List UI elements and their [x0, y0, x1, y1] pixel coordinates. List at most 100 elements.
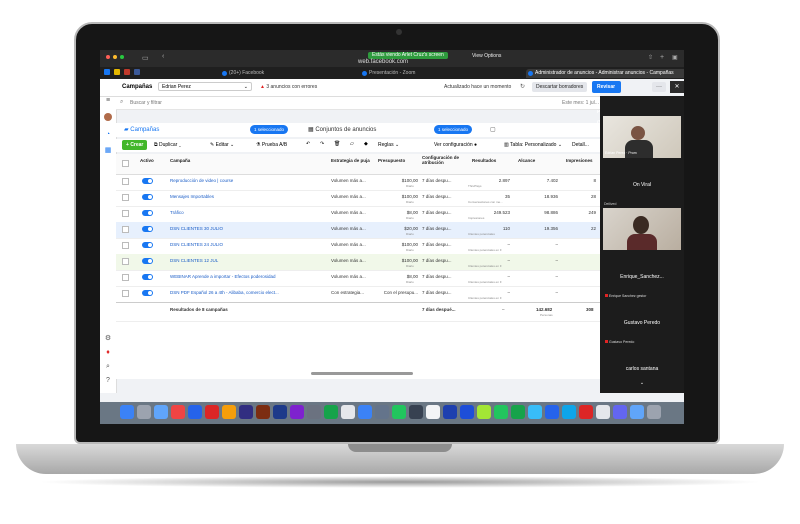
maximize-window-button[interactable]: [120, 55, 124, 59]
discard-drafts-button[interactable]: Descartar borradores: [532, 82, 588, 92]
refresh-icon[interactable]: ↻: [520, 83, 525, 90]
row-checkbox[interactable]: [122, 178, 129, 185]
col-active[interactable]: Activo: [140, 158, 154, 163]
dock-app-icon[interactable]: [511, 405, 525, 419]
table-row[interactable]: WEBINAR Aprende a importar - Efectos pod…: [116, 270, 600, 287]
rules-button[interactable]: Reglas ⌄: [378, 142, 399, 148]
dock-app-icon[interactable]: [409, 405, 423, 419]
duplicate-button[interactable]: ⧉ Duplicar ⌄: [154, 142, 181, 148]
dock-app-icon[interactable]: [307, 405, 321, 419]
new-tab-icon[interactable]: +: [660, 54, 664, 61]
table-row[interactable]: Reproducción de video | course Volumen má…: [116, 174, 600, 191]
search-input[interactable]: Buscar y filtrar: [130, 100, 162, 106]
dock-app-icon[interactable]: [222, 405, 236, 419]
dock-app-icon[interactable]: [375, 405, 389, 419]
dock-app-icon[interactable]: [239, 405, 253, 419]
active-toggle[interactable]: [142, 258, 153, 264]
dock-app-icon[interactable]: [630, 405, 644, 419]
dock-app-icon[interactable]: [120, 405, 134, 419]
budget[interactable]: $100,00: [378, 242, 418, 247]
col-bid-strategy[interactable]: Estrategia de puja: [331, 158, 370, 163]
dock-app-icon[interactable]: [443, 405, 457, 419]
dock-app-icon[interactable]: [562, 405, 576, 419]
dock-app-icon[interactable]: [154, 405, 168, 419]
dock-app-icon[interactable]: [171, 405, 185, 419]
row-checkbox[interactable]: [122, 226, 129, 233]
help-icon[interactable]: ?: [104, 377, 112, 385]
bookmark-u-icon[interactable]: [124, 69, 130, 75]
settings-icon[interactable]: ⚙: [104, 335, 112, 343]
adsets-selected-badge[interactable]: 1 seleccionado: [434, 125, 473, 134]
dock-app-icon[interactable]: [494, 405, 508, 419]
budget[interactable]: $8,00: [378, 274, 418, 279]
dock-app-icon[interactable]: [358, 405, 372, 419]
table-row[interactable]: DSN CLIENTES 12 JUL Volumen más a... $100,…: [116, 254, 600, 271]
comment-icon[interactable]: ▱: [350, 141, 354, 147]
col-results[interactable]: Resultados: [472, 158, 496, 163]
dock-app-icon[interactable]: [460, 405, 474, 419]
date-range-selector[interactable]: Este mes: 1 jul...: [562, 100, 599, 106]
back-arrow-icon[interactable]: ‹: [162, 53, 164, 60]
budget[interactable]: $20,00: [378, 226, 418, 231]
campaign-name-link[interactable]: DSN PDF Español 26 a 4th - Alibaba, come…: [170, 290, 290, 295]
dock-app-icon[interactable]: [273, 405, 287, 419]
search-icon[interactable]: ⌕: [104, 363, 112, 371]
table-row[interactable]: DSN PDF Español 26 a 4th - Alibaba, come…: [116, 286, 600, 303]
tab-ads-manager[interactable]: Administrador de anuncios - Administrar …: [526, 69, 684, 78]
ads-tab-icon[interactable]: ▢: [490, 126, 496, 133]
dock-app-icon[interactable]: [137, 405, 151, 419]
table-row[interactable]: Mensajes Importables Volumen más a... $100…: [116, 190, 600, 207]
dock-app-icon[interactable]: [290, 405, 304, 419]
budget[interactable]: $100,00: [378, 194, 418, 199]
participant-video-2[interactable]: [603, 208, 681, 250]
active-toggle[interactable]: [142, 242, 153, 248]
row-checkbox[interactable]: [122, 242, 129, 249]
share-icon[interactable]: ⇧: [648, 54, 653, 61]
dock-app-icon[interactable]: [613, 405, 627, 419]
grid-icon[interactable]: ▦: [104, 147, 112, 155]
active-toggle[interactable]: [142, 178, 153, 184]
dock-app-icon[interactable]: [392, 405, 406, 419]
dock-app-icon[interactable]: [188, 405, 202, 419]
dock-app-icon[interactable]: [341, 405, 355, 419]
campaign-name-link[interactable]: Reproducción de video | course: [170, 178, 290, 183]
tag-icon[interactable]: ◆: [364, 141, 368, 147]
dock-app-icon[interactable]: [324, 405, 338, 419]
trash-icon[interactable]: 🗑: [334, 141, 340, 147]
bookmark-notes-icon[interactable]: [114, 69, 120, 75]
dock-app-icon[interactable]: [426, 405, 440, 419]
dock-app-icon[interactable]: [545, 405, 559, 419]
bookmark-facebook-icon[interactable]: [104, 69, 110, 75]
budget[interactable]: $100,00: [378, 178, 418, 183]
tab-zoom[interactable]: Presentación - Zoom: [360, 69, 499, 78]
active-toggle[interactable]: [142, 290, 153, 296]
row-checkbox[interactable]: [122, 290, 129, 297]
view-config-toggle[interactable]: Ver configuración ●: [434, 142, 477, 148]
horizontal-scrollbar[interactable]: [311, 372, 413, 375]
participant-video-1[interactable]: Edrian Perez · Prom: [603, 116, 681, 158]
dock-app-icon[interactable]: [647, 405, 661, 419]
undo-icon[interactable]: ↶: [306, 141, 310, 147]
view-options-button[interactable]: View Options: [472, 53, 501, 59]
campaign-name-link[interactable]: DSN CLIENTES 12 JUL: [170, 258, 290, 263]
col-budget[interactable]: Presupuesto: [378, 158, 405, 163]
campaign-name-link[interactable]: DSN CLIENTES 24 JULIO: [170, 242, 290, 247]
address-bar[interactable]: web.facebook.com: [358, 59, 408, 65]
campaign-name-link[interactable]: Mensajes Importables: [170, 194, 290, 199]
col-attribution[interactable]: Configuración de atribución: [422, 155, 466, 165]
col-campaign[interactable]: Campaña: [170, 158, 190, 163]
create-button[interactable]: + Crear: [122, 140, 148, 150]
active-toggle[interactable]: [142, 274, 153, 280]
tab-facebook[interactable]: (20+) Facebook: [220, 69, 349, 78]
tab-campaigns[interactable]: ▰ Campañas: [124, 126, 159, 133]
errors-warning[interactable]: ▲ 3 anuncios con errores: [260, 84, 317, 90]
dock-app-icon[interactable]: [205, 405, 219, 419]
budget[interactable]: $8,00: [378, 210, 418, 215]
table-columns-selector[interactable]: ▥ Tabla: Personalizado ⌄: [504, 142, 562, 148]
dock-app-icon[interactable]: [528, 405, 542, 419]
breakdown-button[interactable]: Detall...: [572, 142, 589, 148]
account-selector[interactable]: Edrian Perez ⌄: [158, 82, 252, 91]
notifications-icon[interactable]: ◔: [104, 131, 112, 139]
alerts-icon[interactable]: ♦: [104, 349, 112, 357]
row-checkbox[interactable]: [122, 258, 129, 265]
